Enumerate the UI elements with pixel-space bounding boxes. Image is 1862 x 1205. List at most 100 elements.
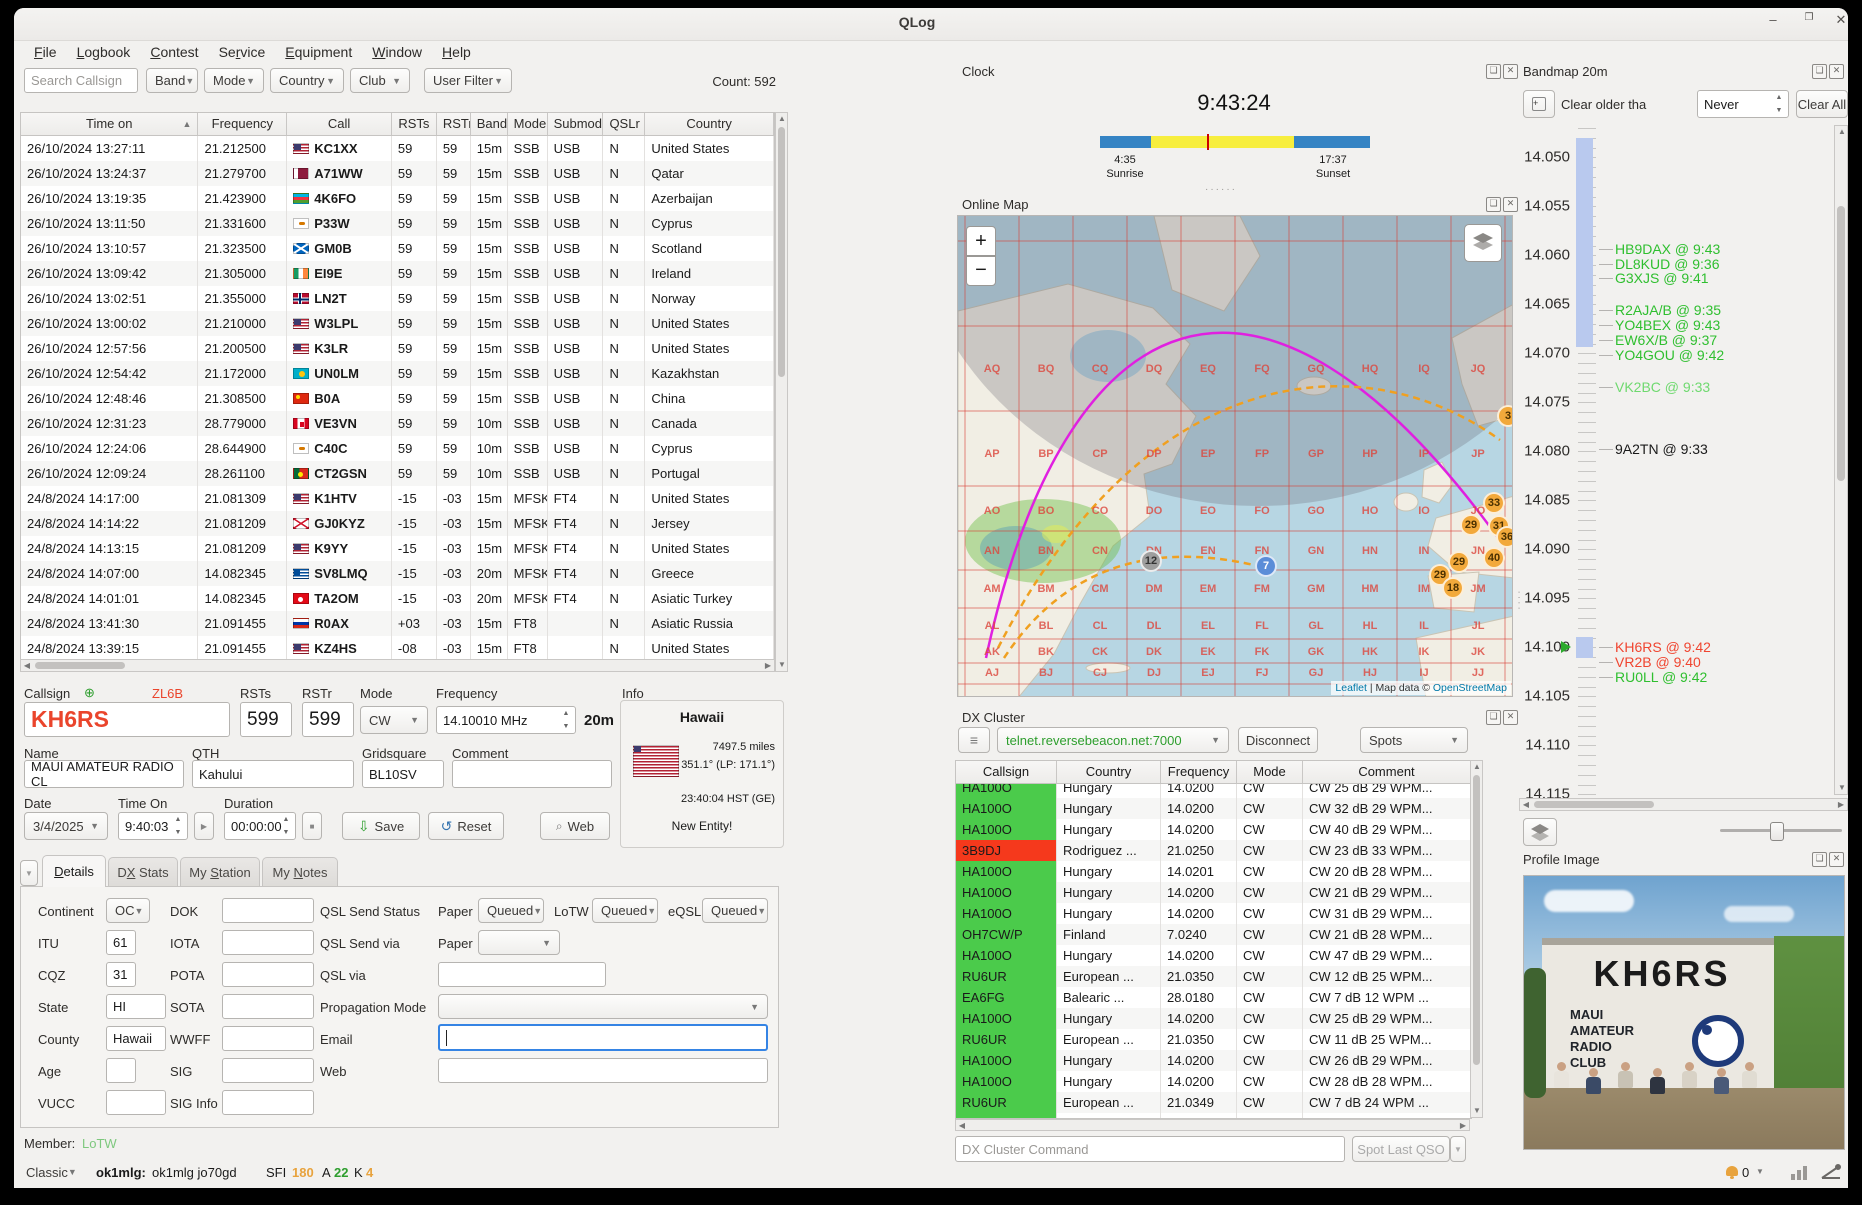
bandmap-spot[interactable]: VR2B @ 9:40 — [1615, 654, 1701, 670]
dx-column-header-frequency[interactable]: Frequency — [1161, 761, 1237, 783]
map-spot-marker[interactable]: 29 — [1460, 514, 1482, 536]
tab-scroll-button[interactable]: ▼ — [20, 860, 38, 886]
float-panel-icon[interactable]: ❏ — [1486, 197, 1501, 212]
alerts-menu-icon[interactable]: ▼ — [1756, 1167, 1764, 1176]
duration-stop-button[interactable]: ■ — [302, 812, 322, 840]
clear-older-spinner[interactable]: Never▲▼ — [1697, 90, 1789, 118]
column-header-band[interactable]: Band — [471, 113, 508, 135]
logbook-row[interactable]: 24/8/2024 14:07:0014.082345SV8LMQ-15-032… — [21, 561, 774, 586]
scroll-right-icon[interactable]: ▶ — [1835, 799, 1847, 811]
float-panel-icon[interactable]: ❏ — [1812, 852, 1827, 867]
logbook-row[interactable]: 24/8/2024 13:41:3021.091455R0AX+03-0315m… — [21, 611, 774, 636]
logbook-row[interactable]: 26/10/2024 12:09:2428.261100CT2GSN595910… — [21, 461, 774, 486]
gridsquare-input[interactable]: BL10SV — [362, 760, 444, 788]
email-input[interactable] — [438, 1024, 768, 1051]
dx-row[interactable]: OH7CW/PFinland7.0240CWCW 21 dB 28 WPM... — [956, 924, 1471, 945]
zoom-slider-handle[interactable] — [1770, 822, 1784, 841]
filter-mode[interactable]: Mode▼ — [204, 68, 264, 93]
logbook-row[interactable]: 26/10/2024 12:54:4221.172000UN0LM595915m… — [21, 361, 774, 386]
search-input[interactable]: Search Callsign — [24, 68, 138, 93]
bandmap-spot[interactable]: HB9DAX @ 9:43 — [1615, 241, 1720, 257]
comment-input[interactable] — [452, 760, 612, 788]
tab-my-station[interactable]: My Station — [180, 857, 260, 887]
logbook-row[interactable]: 26/10/2024 13:27:1121.212500KC1XX595915m… — [21, 136, 774, 161]
age-input[interactable] — [106, 1058, 136, 1083]
tab-my-notes[interactable]: My Notes — [262, 857, 338, 887]
dx-filter-select[interactable]: Spots▼ — [1360, 727, 1468, 753]
logbook-row[interactable]: 26/10/2024 13:11:5021.331600P33W595915mS… — [21, 211, 774, 236]
logbook-row[interactable]: 26/10/2024 13:10:5721.323500GM0B595915mS… — [21, 236, 774, 261]
logbook-row[interactable]: 24/8/2024 14:14:2221.081209GJ0KYZ-15-031… — [21, 511, 774, 536]
map-spot-marker[interactable]: 18 — [1442, 577, 1464, 599]
close-panel-icon[interactable]: ✕ — [1503, 710, 1518, 725]
logbook-row[interactable]: 24/8/2024 14:17:0021.081309K1HTV-15-0315… — [21, 486, 774, 511]
bandmap-spot[interactable]: G3XJS @ 9:41 — [1615, 270, 1709, 286]
dx-row[interactable]: RU6UREuropean ...21.0349CWCW 7 dB 24 WPM… — [956, 1092, 1471, 1113]
dx-row[interactable]: HA100OHungary14.0200CWCW 25 dB 29 WPM... — [956, 1008, 1471, 1029]
itu-input[interactable]: 61 — [106, 930, 136, 955]
column-header-frequency[interactable]: Frequency — [198, 113, 287, 135]
logbook-row[interactable]: 26/10/2024 12:48:4621.308500B0A595915mSS… — [21, 386, 774, 411]
dx-disconnect-button[interactable]: Disconnect — [1238, 727, 1318, 753]
dx-column-header-country[interactable]: Country — [1057, 761, 1161, 783]
paper-via-select[interactable]: ▼ — [478, 930, 560, 955]
dx-server-select[interactable]: telnet.reversebeacon.net:7000▼ — [997, 727, 1229, 753]
bandmap-spot[interactable]: YO4BEX @ 9:43 — [1615, 317, 1720, 333]
bandmap-layers-button[interactable] — [1523, 818, 1557, 846]
map-spot-marker[interactable]: 29 — [1448, 551, 1470, 573]
bandmap-spot[interactable]: YO4GOU @ 9:42 — [1615, 347, 1724, 363]
close-panel-icon[interactable]: ✕ — [1829, 852, 1844, 867]
logbook-row[interactable]: 26/10/2024 12:57:5621.200500K3LR595915mS… — [21, 336, 774, 361]
frequency-spinner[interactable]: 14.10010 MHz ▲▼ — [436, 706, 576, 734]
scroll-up-icon[interactable]: ▲ — [776, 113, 788, 125]
rst-rcvd-input[interactable]: 599 — [302, 702, 354, 737]
float-panel-icon[interactable]: ❏ — [1812, 64, 1827, 79]
dx-command-input[interactable]: DX Cluster Command — [955, 1136, 1345, 1162]
tab-dx-stats[interactable]: DX Stats — [108, 857, 178, 887]
dx-vscrollbar[interactable]: ▲ ▼ — [1470, 760, 1483, 1118]
county-input[interactable]: Hawaii — [106, 1026, 166, 1051]
save-button[interactable]: ⇩Save — [342, 812, 420, 840]
online-map[interactable]: AQBQCQDQEQFQGQHQIQJQAPBPCPDPEPFPGPHPIPJP… — [957, 215, 1513, 697]
map-spot-marker[interactable]: 12 — [1140, 550, 1162, 572]
menu-item-logbook[interactable]: Logbook — [77, 44, 131, 60]
close-panel-icon[interactable]: ✕ — [1829, 64, 1844, 79]
scroll-right-icon[interactable]: ▶ — [762, 660, 774, 672]
scroll-left-icon[interactable]: ◀ — [1520, 799, 1532, 811]
qsl-via-input[interactable] — [438, 962, 606, 987]
vucc-input[interactable] — [106, 1090, 166, 1115]
dx-row[interactable]: HA100OHungary14.0200CWCW 26 dB 29 WPM... — [956, 1050, 1471, 1071]
logbook-row[interactable]: 26/10/2024 13:19:3521.4239004K6FO595915m… — [21, 186, 774, 211]
logbook-row[interactable]: 24/8/2024 13:39:1521.091455KZ4HS-08-0315… — [21, 636, 774, 661]
map-spot-marker[interactable]: 40 — [1483, 547, 1505, 569]
bandmap-center-button[interactable]: + — [1523, 90, 1555, 118]
tab-details[interactable]: Details — [42, 855, 106, 887]
close-button[interactable]: ✕ — [1830, 12, 1852, 30]
logbook-row[interactable]: 26/10/2024 13:09:4221.305000EI9E595915mS… — [21, 261, 774, 286]
dx-menu-button[interactable]: ≡ — [958, 727, 990, 753]
callsign-lookup-icon[interactable]: ⊕ — [84, 685, 95, 701]
bandmap-spot[interactable]: VK2BC @ 9:33 — [1615, 379, 1710, 395]
logbook-row[interactable]: 26/10/2024 13:02:5121.355000LN2T595915mS… — [21, 286, 774, 311]
spinner-arrows-icon[interactable]: ▲▼ — [560, 710, 572, 730]
map-zoom-out-button[interactable]: − — [966, 256, 996, 286]
clear-all-button[interactable]: Clear All — [1796, 90, 1848, 118]
menu-item-service[interactable]: Service — [219, 44, 266, 60]
dx-row[interactable]: HA100OHungary14.0200CWCW 31 dB 29 WPM... — [956, 903, 1471, 924]
cqz-input[interactable]: 31 — [106, 962, 136, 987]
spinner-arrows-icon[interactable]: ▲▼ — [280, 816, 292, 836]
wwff-input[interactable] — [222, 1026, 314, 1051]
dx-row[interactable]: HA100OHungary14.0200CWCW 32 dB 29 WPM... — [956, 798, 1471, 819]
close-panel-icon[interactable]: ✕ — [1503, 64, 1518, 79]
rst-sent-input[interactable]: 599 — [240, 702, 292, 737]
sota-input[interactable] — [222, 994, 314, 1019]
column-header-rstr[interactable]: RSTr — [437, 113, 471, 135]
duration-spinner[interactable]: 00:00:00▲▼ — [224, 812, 296, 840]
logbook-row[interactable]: 26/10/2024 12:24:0628.644900C40C595910mS… — [21, 436, 774, 461]
rig-connection-icon[interactable] — [1790, 1164, 1810, 1185]
dx-row[interactable]: HA100OHungary14.0201CWCW 20 dB 28 WPM... — [956, 861, 1471, 882]
pota-input[interactable] — [222, 962, 314, 987]
bandmap-hscrollbar[interactable]: ◀ ▶ — [1519, 798, 1848, 811]
osm-link[interactable]: OpenStreetMap — [1433, 682, 1507, 694]
callsign-input[interactable]: KH6RS — [24, 702, 230, 737]
